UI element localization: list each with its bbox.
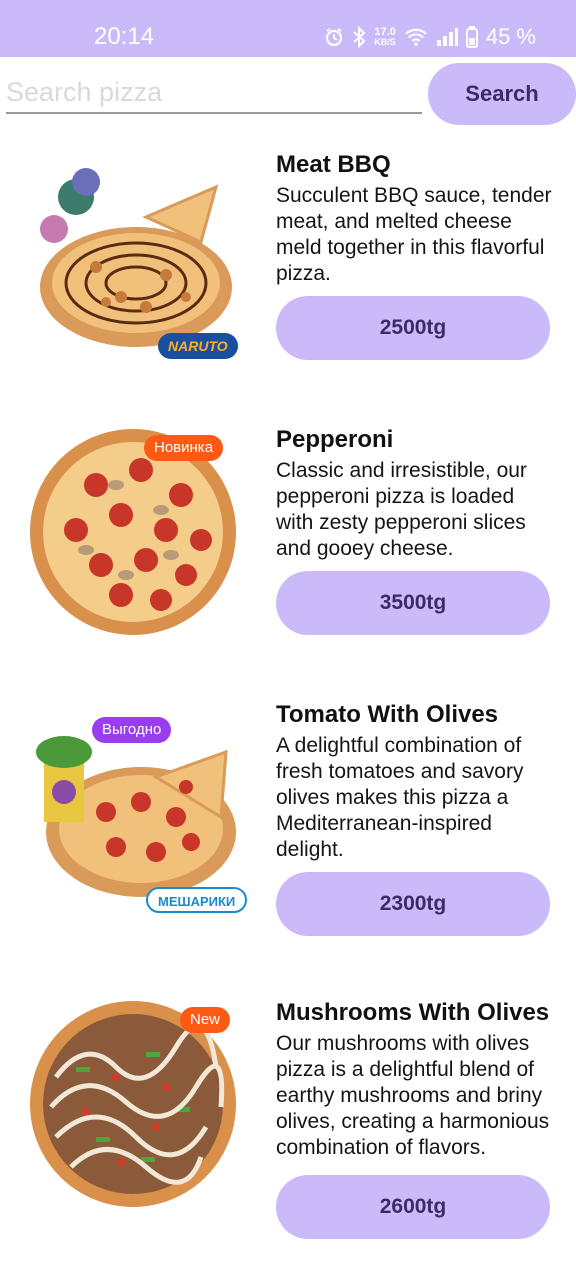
price-button[interactable]: 2500tg — [276, 296, 550, 360]
net-speed: 17.0 KB/S — [374, 26, 396, 47]
search-row: Search — [0, 57, 576, 127]
wifi-icon — [404, 27, 428, 47]
alarm-icon — [324, 27, 344, 47]
search-button[interactable]: Search — [428, 63, 576, 125]
pizza-image: NARUTO — [26, 157, 240, 371]
status-bar: 20:14 17.0 KB/S 45 % — [0, 0, 576, 57]
pizza-badge: Новинка — [144, 435, 224, 461]
search-input[interactable] — [6, 72, 422, 114]
pizza-description: A delightful combination of fresh tomato… — [276, 734, 524, 861]
pizza-name: Tomato With Olives — [276, 701, 499, 728]
bluetooth-icon — [352, 26, 366, 48]
status-icons: 17.0 KB/S 45 % — [324, 22, 536, 52]
pizza-image: Выгодно МЕШАРИКИ — [26, 707, 248, 921]
pizza-badge: New — [180, 1007, 231, 1033]
pizza-description: Succulent BBQ sauce, tender meat, and me… — [276, 184, 552, 285]
signal-icon — [436, 27, 458, 47]
pizza-badge: Выгодно — [92, 717, 172, 743]
pizza-description: Classic and irresistible, our pepperoni … — [276, 459, 527, 560]
pizza-name: Meat BBQ — [276, 151, 391, 178]
price-button[interactable]: 2600tg — [276, 1175, 550, 1239]
price-button[interactable]: 3500tg — [276, 571, 550, 635]
pizza-name: Mushrooms With Olives — [276, 999, 550, 1026]
pizza-image: New — [26, 997, 240, 1211]
brand-logo: NARUTO — [158, 333, 238, 359]
battery-icon — [465, 26, 478, 48]
pizza-name: Pepperoni — [276, 426, 394, 453]
brand-logo: МЕШАРИКИ — [146, 887, 248, 913]
pizza-image: Новинка — [26, 425, 240, 639]
price-button[interactable]: 2300tg — [276, 872, 550, 936]
battery-percent: 45 % — [485, 24, 536, 49]
status-time: 20:14 — [94, 23, 155, 50]
pizza-description: Our mushrooms with olives pizza is a del… — [276, 1032, 550, 1159]
